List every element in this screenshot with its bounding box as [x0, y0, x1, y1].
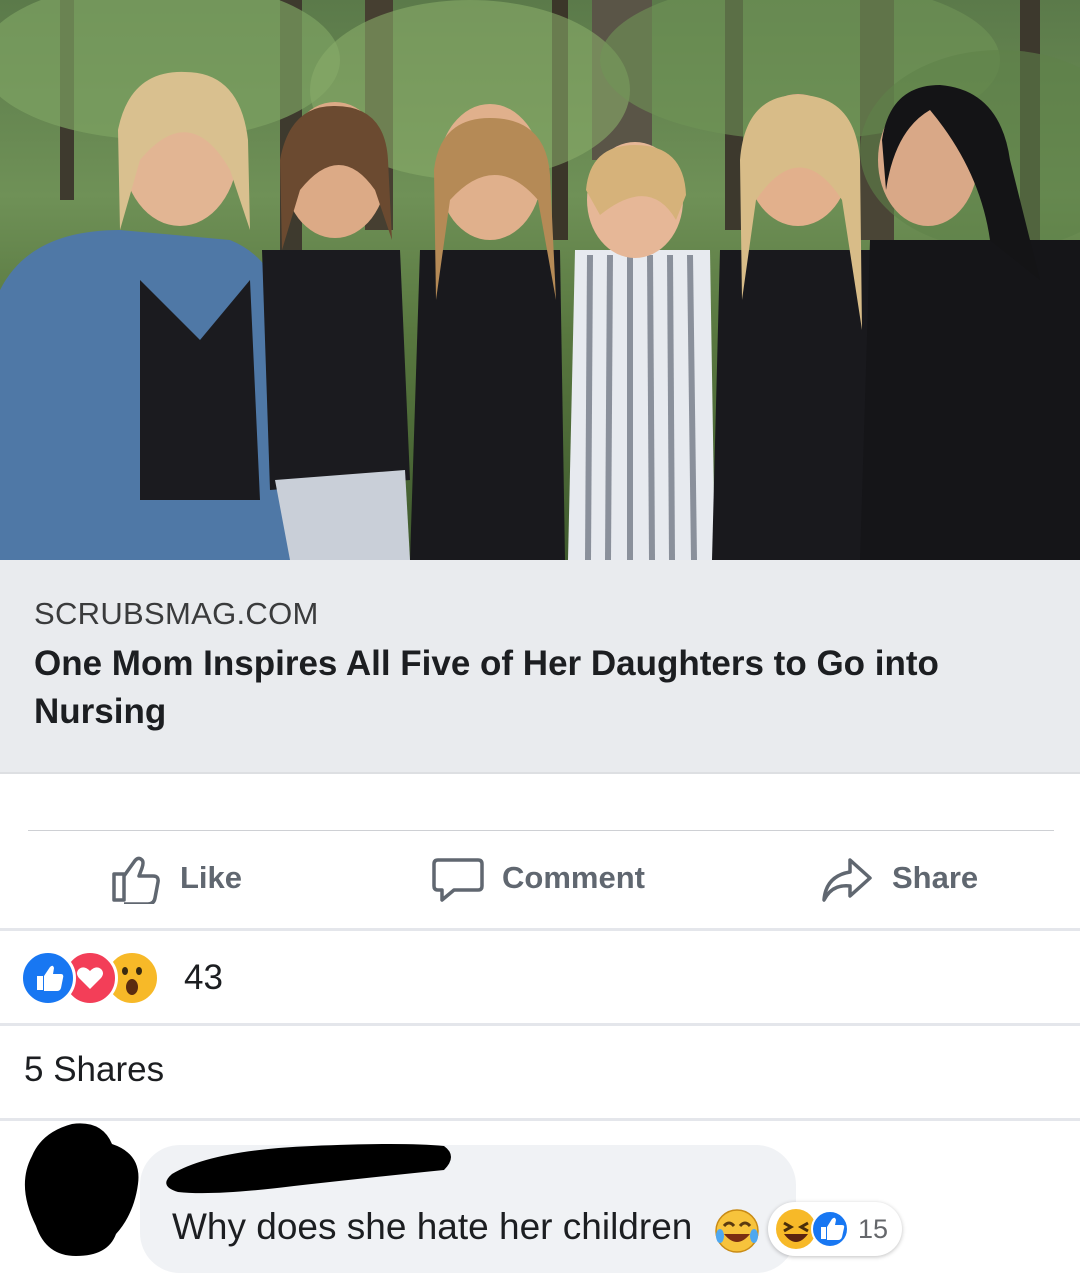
like-reaction-icon [20, 950, 76, 1006]
like-reaction-icon [811, 1210, 849, 1248]
thumbs-up-icon [112, 856, 160, 904]
divider [28, 830, 1054, 831]
reaction-summary[interactable]: 43 [20, 950, 223, 1006]
like-label: Like [180, 860, 243, 895]
share-button[interactable]: Share [820, 852, 978, 904]
reaction-count: 43 [184, 958, 223, 997]
comment-label: Comment [502, 860, 645, 895]
redacted-avatar[interactable] [22, 1122, 140, 1256]
group-photo-illustration [0, 0, 1080, 560]
post-action-bar: Like Comment Share [0, 832, 1080, 928]
comment-button[interactable]: Comment [432, 852, 645, 904]
share-label: Share [892, 860, 979, 895]
divider [0, 1118, 1080, 1121]
speech-bubble-icon [432, 858, 484, 902]
laughing-tears-emoji-icon [715, 1209, 759, 1253]
comment-reaction-count: 15 [858, 1213, 889, 1244]
comment-reactions[interactable]: 15 [768, 1202, 903, 1256]
link-title[interactable]: One Mom Inspires All Five of Her Daughte… [34, 640, 1034, 736]
post-photo[interactable] [0, 0, 1080, 560]
divider [0, 1023, 1080, 1026]
divider [0, 928, 1080, 931]
link-domain: SCRUBSMAG.COM [34, 596, 319, 631]
link-preview[interactable]: SCRUBSMAG.COM One Mom Inspires All Five … [0, 560, 1080, 774]
share-arrow-icon [822, 858, 872, 902]
like-button[interactable]: Like [110, 852, 242, 904]
shares-count[interactable]: 5 Shares [24, 1050, 164, 1090]
redacted-name [166, 1144, 451, 1194]
comment-text: Why does she hate her children [172, 1206, 693, 1247]
